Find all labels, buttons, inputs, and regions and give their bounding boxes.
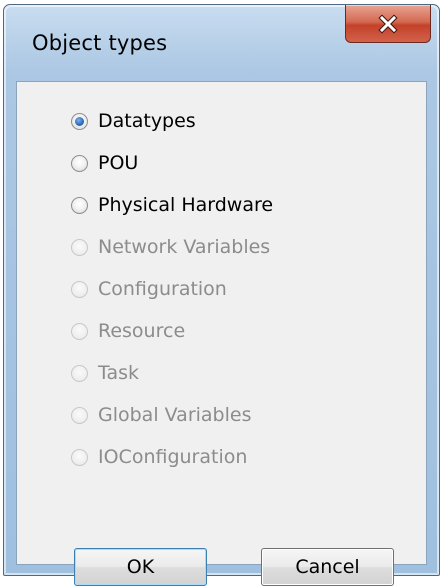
radio-option-global-variables: Global Variables <box>71 394 273 436</box>
radio-option-datatypes[interactable]: Datatypes <box>71 100 273 142</box>
close-icon <box>378 13 398 34</box>
radio-option-resource: Resource <box>71 310 273 352</box>
radio-button-disabled <box>71 406 88 424</box>
radio-option-network-variables: Network Variables <box>71 226 273 268</box>
radio-option-ioconfiguration: IOConfiguration <box>71 436 273 478</box>
radio-button-disabled <box>71 364 88 382</box>
radio-label: Global Variables <box>98 404 252 426</box>
object-type-radio-group: Datatypes POU Physical Hardware Network … <box>71 100 273 478</box>
radio-option-configuration: Configuration <box>71 268 273 310</box>
radio-option-pou[interactable]: POU <box>71 142 273 184</box>
radio-option-physical-hardware[interactable]: Physical Hardware <box>71 184 273 226</box>
radio-button-disabled <box>71 280 88 298</box>
cancel-button[interactable]: Cancel <box>261 548 394 586</box>
radio-button-disabled <box>71 448 88 466</box>
radio-label: Configuration <box>98 278 227 300</box>
radio-button-disabled <box>71 238 88 256</box>
close-button[interactable] <box>345 5 431 43</box>
radio-label: IOConfiguration <box>98 446 248 468</box>
window-title: Object types <box>32 31 168 55</box>
radio-button[interactable] <box>71 154 88 172</box>
radio-button-selected[interactable] <box>71 112 88 130</box>
dialog-window: Object types Datatypes POU Physical Hard… <box>3 4 440 586</box>
title-bar[interactable]: Object types <box>4 5 439 81</box>
radio-label: Datatypes <box>98 110 196 132</box>
radio-button[interactable] <box>71 196 88 214</box>
radio-button-disabled <box>71 322 88 340</box>
radio-label: Physical Hardware <box>98 194 274 216</box>
radio-label: Task <box>98 362 140 384</box>
radio-label: POU <box>98 152 139 174</box>
radio-label: Network Variables <box>98 236 271 258</box>
dialog-client-area: Datatypes POU Physical Hardware Network … <box>16 81 427 586</box>
ok-button[interactable]: OK <box>74 548 207 586</box>
radio-label: Resource <box>98 320 186 342</box>
radio-option-task: Task <box>71 352 273 394</box>
